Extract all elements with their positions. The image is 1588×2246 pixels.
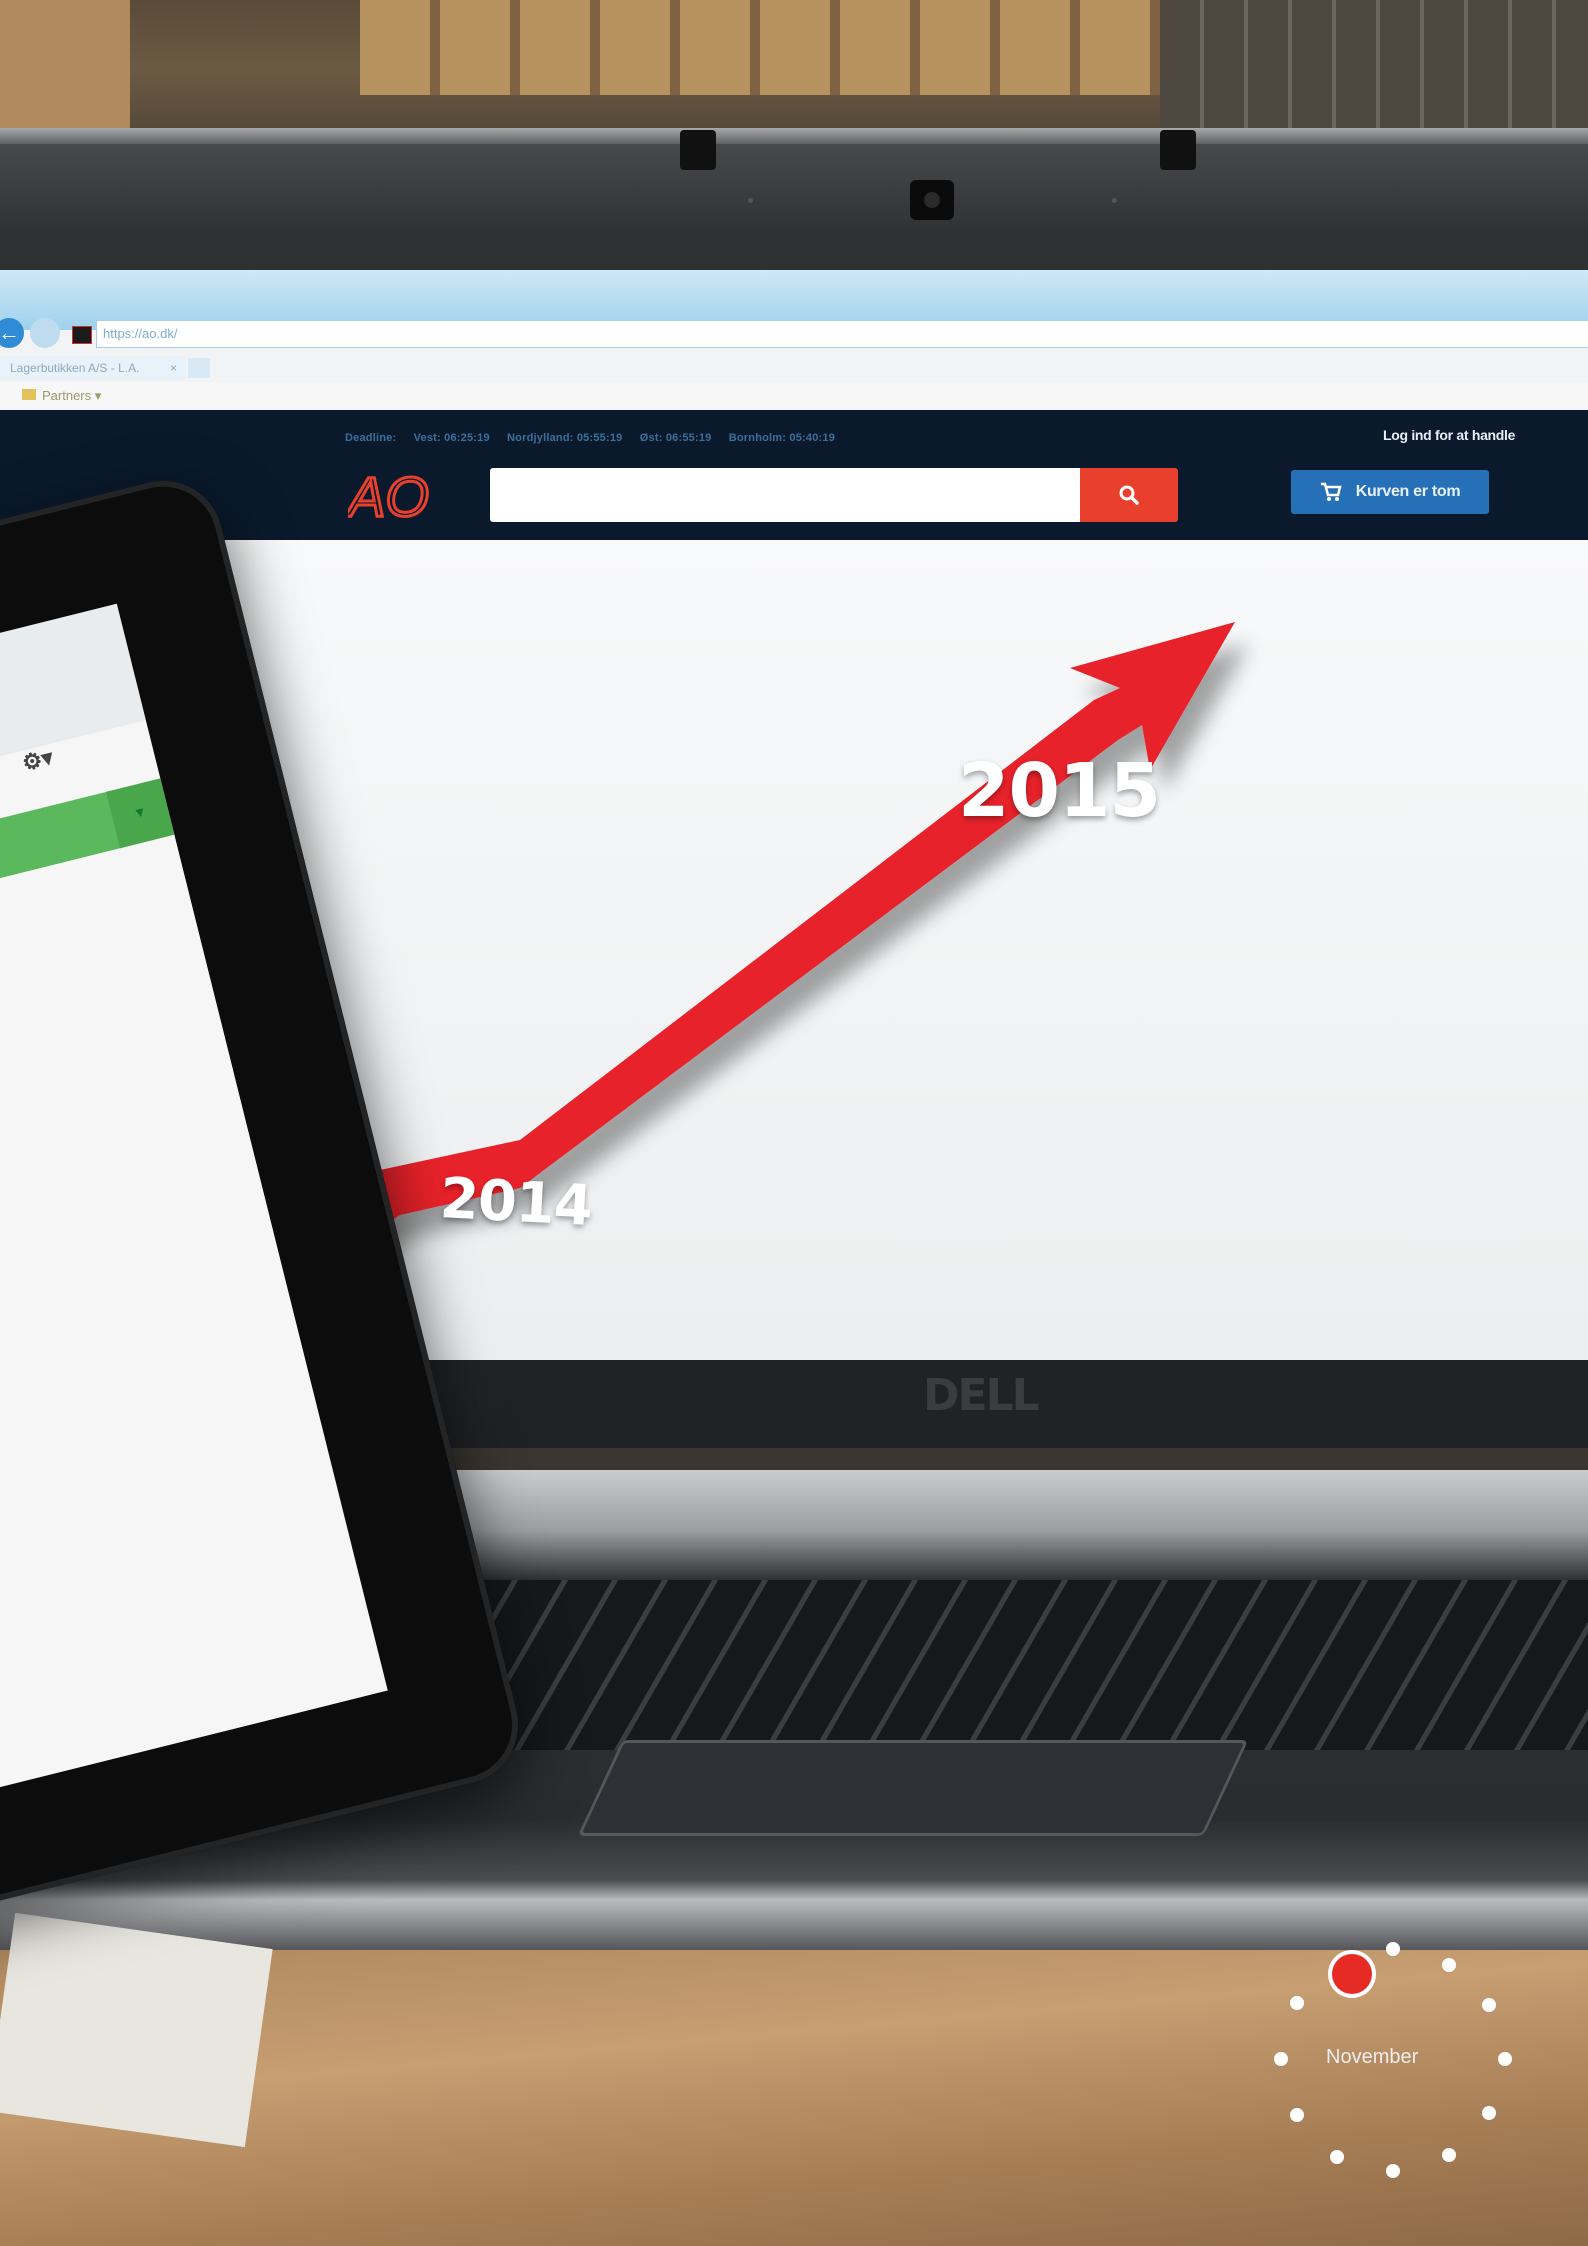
- carousel-dot[interactable]: [1482, 1998, 1496, 2012]
- photo-scene: ← https://ao.dk/ Lagerbutikken A/S - L.A…: [0, 0, 1588, 2246]
- month-carousel: November: [1262, 1938, 1532, 2188]
- carousel-dot[interactable]: [1290, 2108, 1304, 2122]
- carousel-dot[interactable]: [1442, 1958, 1456, 1972]
- gear-icon[interactable]: ⚙▾: [20, 744, 56, 777]
- year-label-2014: 2014: [438, 1166, 594, 1239]
- carousel-dot[interactable]: [1386, 1942, 1400, 1956]
- carousel-dot[interactable]: [1498, 2052, 1512, 2066]
- laptop-touchpad: [577, 1740, 1249, 1836]
- carousel-dot[interactable]: [1482, 2106, 1496, 2120]
- carousel-dot[interactable]: [1290, 1996, 1304, 2010]
- carousel-dot[interactable]: [1442, 2148, 1456, 2162]
- year-label-2015: 2015: [958, 748, 1161, 834]
- paper-sheet: [0, 1912, 273, 2148]
- dell-logo: DELL: [923, 1370, 1040, 1421]
- carousel-dot[interactable]: [1274, 2052, 1288, 2066]
- carousel-dot[interactable]: [1330, 2150, 1344, 2164]
- carousel-dot[interactable]: [1386, 2164, 1400, 2178]
- carousel-dot-active[interactable]: [1332, 1954, 1372, 1994]
- carousel-month-label: November: [1326, 2046, 1419, 2068]
